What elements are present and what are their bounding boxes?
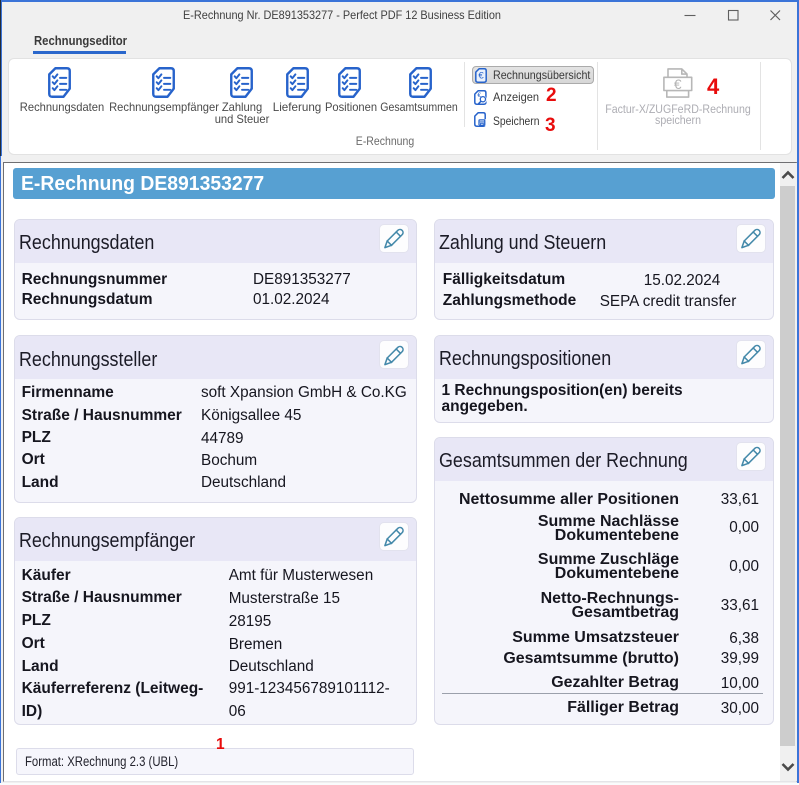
svg-text:€: € [478,71,484,82]
svg-text:€: € [673,77,681,92]
